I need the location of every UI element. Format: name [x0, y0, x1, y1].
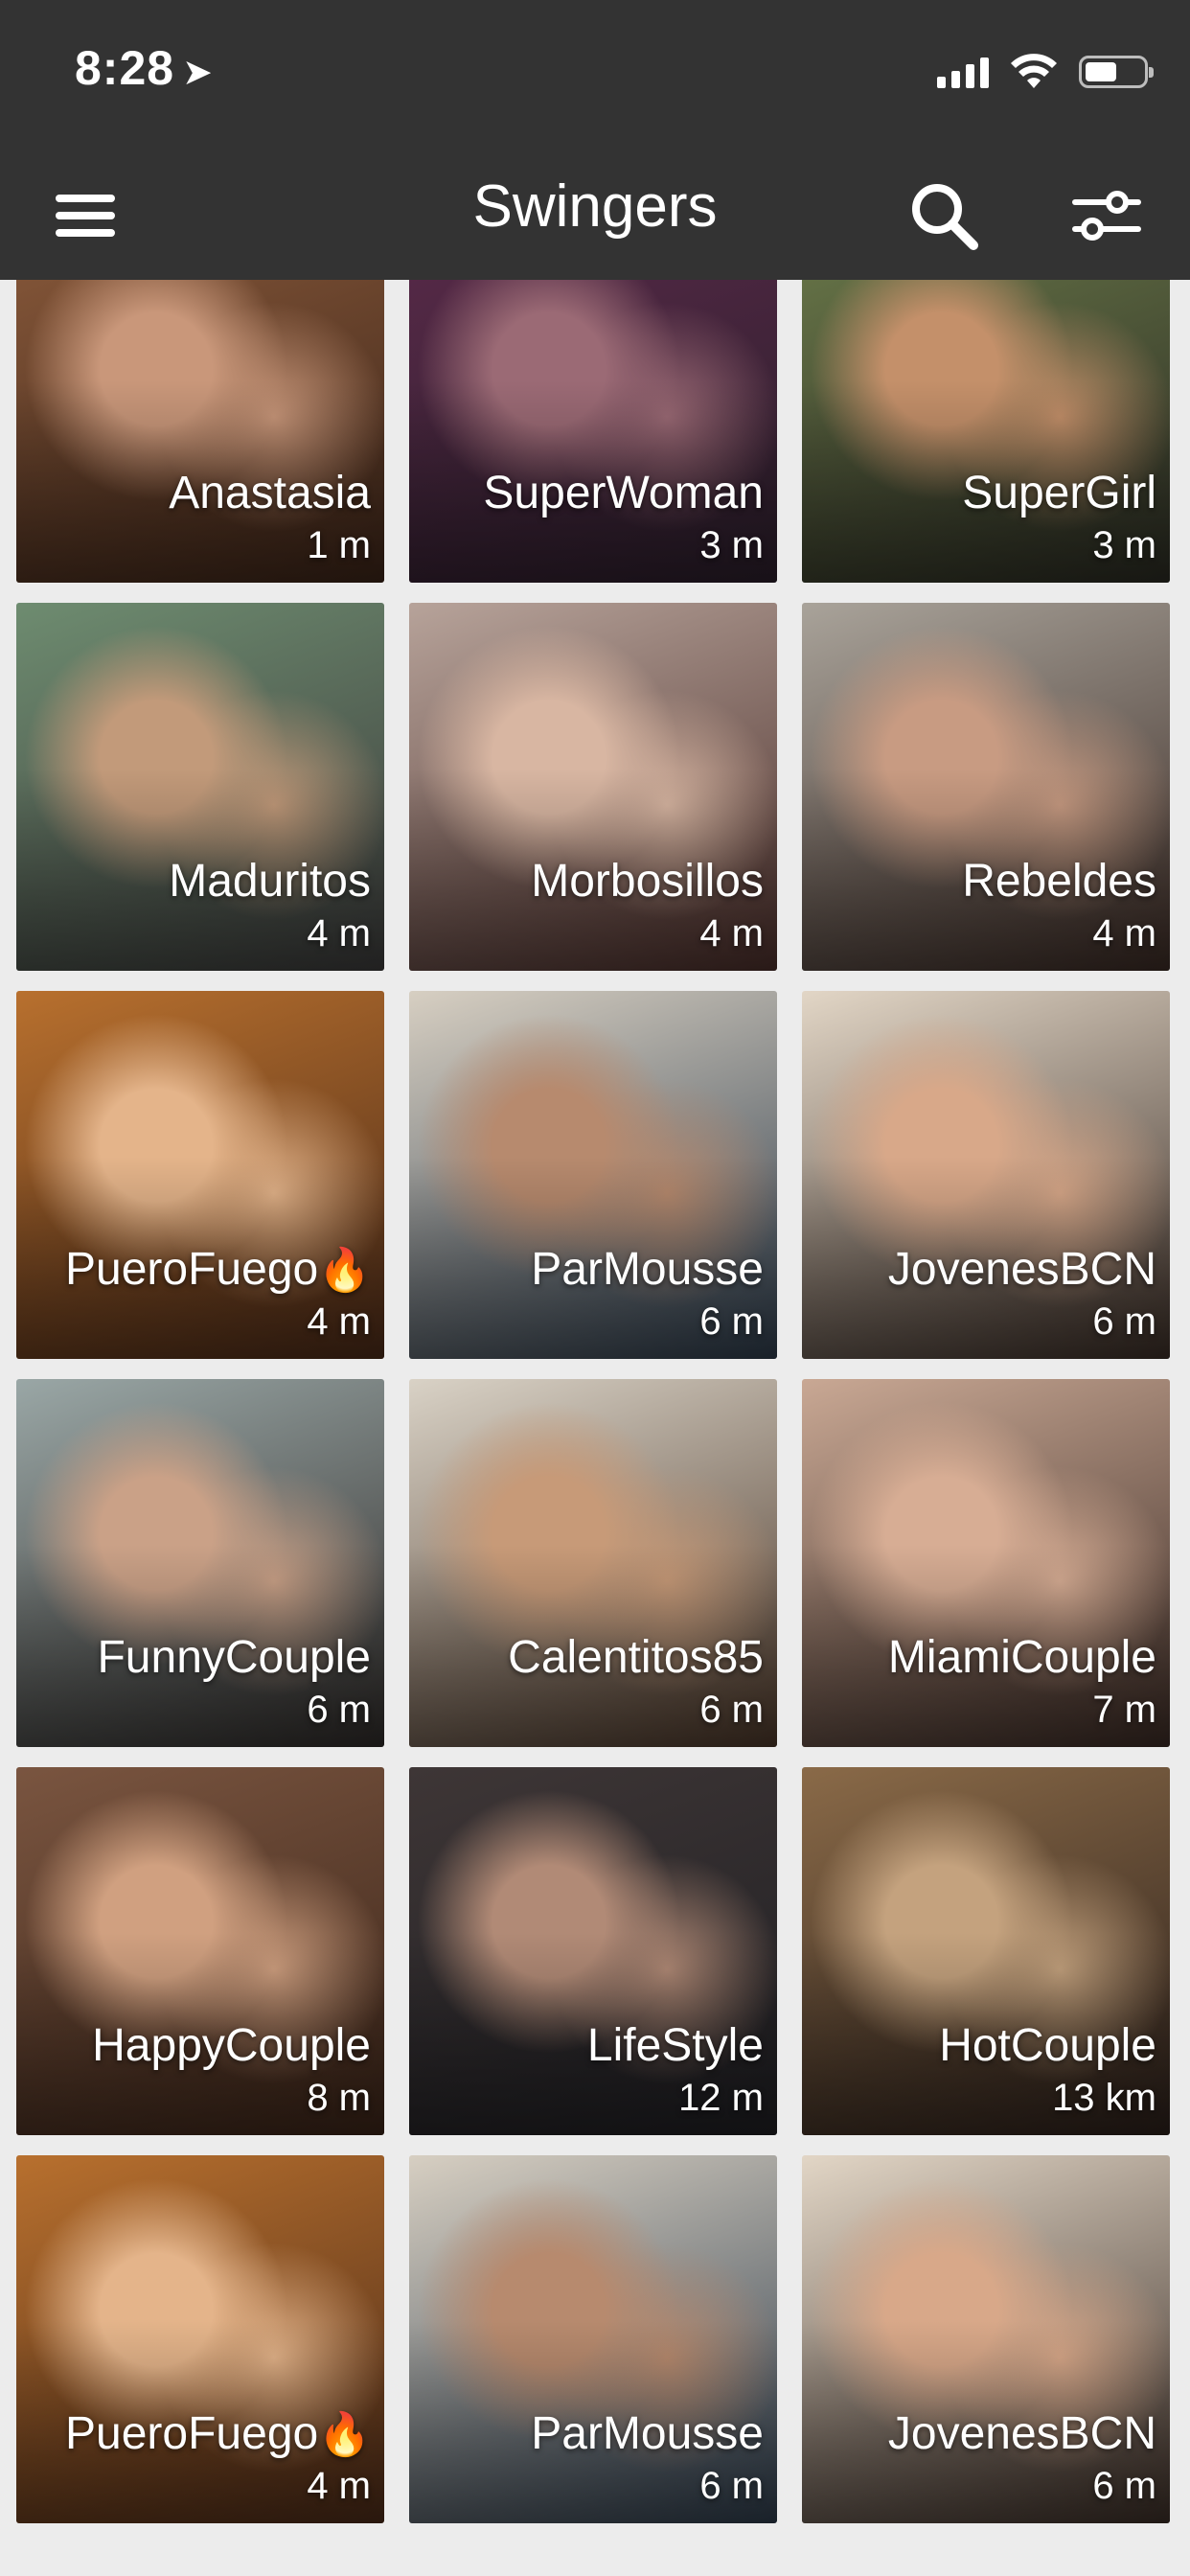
profile-name-text: ParMousse: [531, 2408, 764, 2459]
profile-distance: 6 m: [1092, 2465, 1156, 2507]
flame-icon: 🔥: [318, 2411, 371, 2458]
profile-name: PueroFuego🔥: [65, 1243, 371, 1296]
profile-name: ParMousse: [531, 2407, 764, 2460]
profile-name-text: Maduritos: [169, 856, 371, 907]
profile-name-text: JovenesBCN: [887, 2408, 1156, 2459]
status-time: 8:28 ➤: [75, 40, 214, 96]
profile-name: ParMousse: [531, 1243, 764, 1296]
profile-name-text: Morbosillos: [531, 856, 764, 907]
profile-distance: 1 m: [307, 524, 371, 566]
profile-grid: Anastasia 1 m SuperWoman 3 m SuperGirl 3 m Mad…: [0, 280, 1190, 2576]
profile-name-text: Calentitos85: [508, 1632, 764, 1683]
profile-name: HotCouple: [939, 2019, 1156, 2072]
search-icon: [912, 184, 978, 250]
location-arrow-icon: ➤: [182, 53, 214, 93]
cellular-signal-icon: [937, 56, 989, 88]
battery-icon: [1079, 56, 1154, 88]
flame-icon: 🔥: [318, 1247, 371, 1294]
profile-distance: 4 m: [307, 1300, 371, 1343]
profile-name-text: JovenesBCN: [887, 1244, 1156, 1295]
profile-name: Morbosillos: [531, 855, 764, 908]
profile-name: SuperWoman: [483, 467, 764, 519]
profile-name: Calentitos85: [508, 1631, 764, 1684]
profile-card[interactable]: JovenesBCN 6 m: [802, 991, 1170, 1359]
profile-distance: 4 m: [699, 912, 764, 954]
clock-text: 8:28: [75, 41, 175, 95]
profile-distance: 13 km: [1052, 2077, 1156, 2119]
status-icons: [937, 54, 1154, 90]
profile-distance: 4 m: [307, 912, 371, 954]
profile-card[interactable]: SuperWoman 3 m: [409, 280, 777, 583]
profile-name-text: Anastasia: [169, 468, 371, 518]
status-bar: 8:28 ➤: [0, 0, 1190, 144]
profile-distance: 4 m: [1092, 912, 1156, 954]
profile-distance: 3 m: [1092, 524, 1156, 566]
profile-name-text: FunnyCouple: [97, 1632, 371, 1683]
profile-distance: 6 m: [699, 1300, 764, 1343]
profile-card[interactable]: MiamiCouple 7 m: [802, 1379, 1170, 1747]
profile-name-text: SuperGirl: [962, 468, 1156, 518]
profile-name-text: HotCouple: [939, 2020, 1156, 2071]
profile-distance: 12 m: [678, 2077, 764, 2119]
profile-name: HappyCouple: [92, 2019, 371, 2072]
profile-card[interactable]: ParMousse 6 m: [409, 991, 777, 1359]
battery-level: [1086, 62, 1116, 81]
profile-name: Anastasia: [169, 467, 371, 519]
profile-card[interactable]: ParMousse 6 m: [409, 2155, 777, 2523]
profile-card[interactable]: HotCouple 13 km: [802, 1767, 1170, 2135]
profile-distance: 6 m: [1092, 1300, 1156, 1343]
profile-name-text: ParMousse: [531, 1244, 764, 1295]
profile-name: LifeStyle: [587, 2019, 764, 2072]
profile-name-text: PueroFuego: [65, 2408, 319, 2459]
sliders-filter-icon: [1072, 191, 1141, 241]
profile-name: PueroFuego🔥: [65, 2407, 371, 2460]
filter-button[interactable]: [1064, 172, 1150, 259]
profile-distance: 4 m: [307, 2465, 371, 2507]
profile-distance: 6 m: [699, 1689, 764, 1731]
profile-card[interactable]: Morbosillos 4 m: [409, 603, 777, 971]
profile-distance: 6 m: [699, 2465, 764, 2507]
profile-distance: 8 m: [307, 2077, 371, 2119]
profile-name: Maduritos: [169, 855, 371, 908]
profile-name-text: Rebeldes: [962, 856, 1156, 907]
page-title: Swingers: [472, 173, 718, 240]
profile-card[interactable]: FunnyCouple 6 m: [16, 1379, 384, 1747]
profile-card[interactable]: SuperGirl 3 m: [802, 280, 1170, 583]
profile-name-text: PueroFuego: [65, 1244, 319, 1295]
profile-card[interactable]: LifeStyle 12 m: [409, 1767, 777, 2135]
profile-distance: 6 m: [307, 1689, 371, 1731]
profile-card[interactable]: PueroFuego🔥 4 m: [16, 2155, 384, 2523]
profile-name-text: HappyCouple: [92, 2020, 371, 2071]
profile-name: MiamiCouple: [888, 1631, 1156, 1684]
profile-name-text: SuperWoman: [483, 468, 764, 518]
profile-name: FunnyCouple: [97, 1631, 371, 1684]
profile-name: SuperGirl: [962, 467, 1156, 519]
profile-name: JovenesBCN: [888, 1243, 1156, 1296]
profile-distance: 7 m: [1092, 1689, 1156, 1731]
profile-card[interactable]: Rebeldes 4 m: [802, 603, 1170, 971]
profile-distance: 3 m: [699, 524, 764, 566]
profile-card[interactable]: HappyCouple 8 m: [16, 1767, 384, 2135]
profile-card[interactable]: Maduritos 4 m: [16, 603, 384, 971]
profile-name: JovenesBCN: [888, 2407, 1156, 2460]
profile-card[interactable]: PueroFuego🔥 4 m: [16, 991, 384, 1359]
profile-card[interactable]: Anastasia 1 m: [16, 280, 384, 583]
profile-card[interactable]: JovenesBCN 6 m: [802, 2155, 1170, 2523]
top-navigation-bar: Swingers: [0, 144, 1190, 280]
profile-name: Rebeldes: [962, 855, 1156, 908]
wifi-icon: [1011, 54, 1057, 88]
profile-card[interactable]: Calentitos85 6 m: [409, 1379, 777, 1747]
search-button[interactable]: [901, 172, 987, 259]
profile-name-text: MiamiCouple: [887, 1632, 1156, 1683]
profile-name-text: LifeStyle: [586, 2020, 764, 2071]
